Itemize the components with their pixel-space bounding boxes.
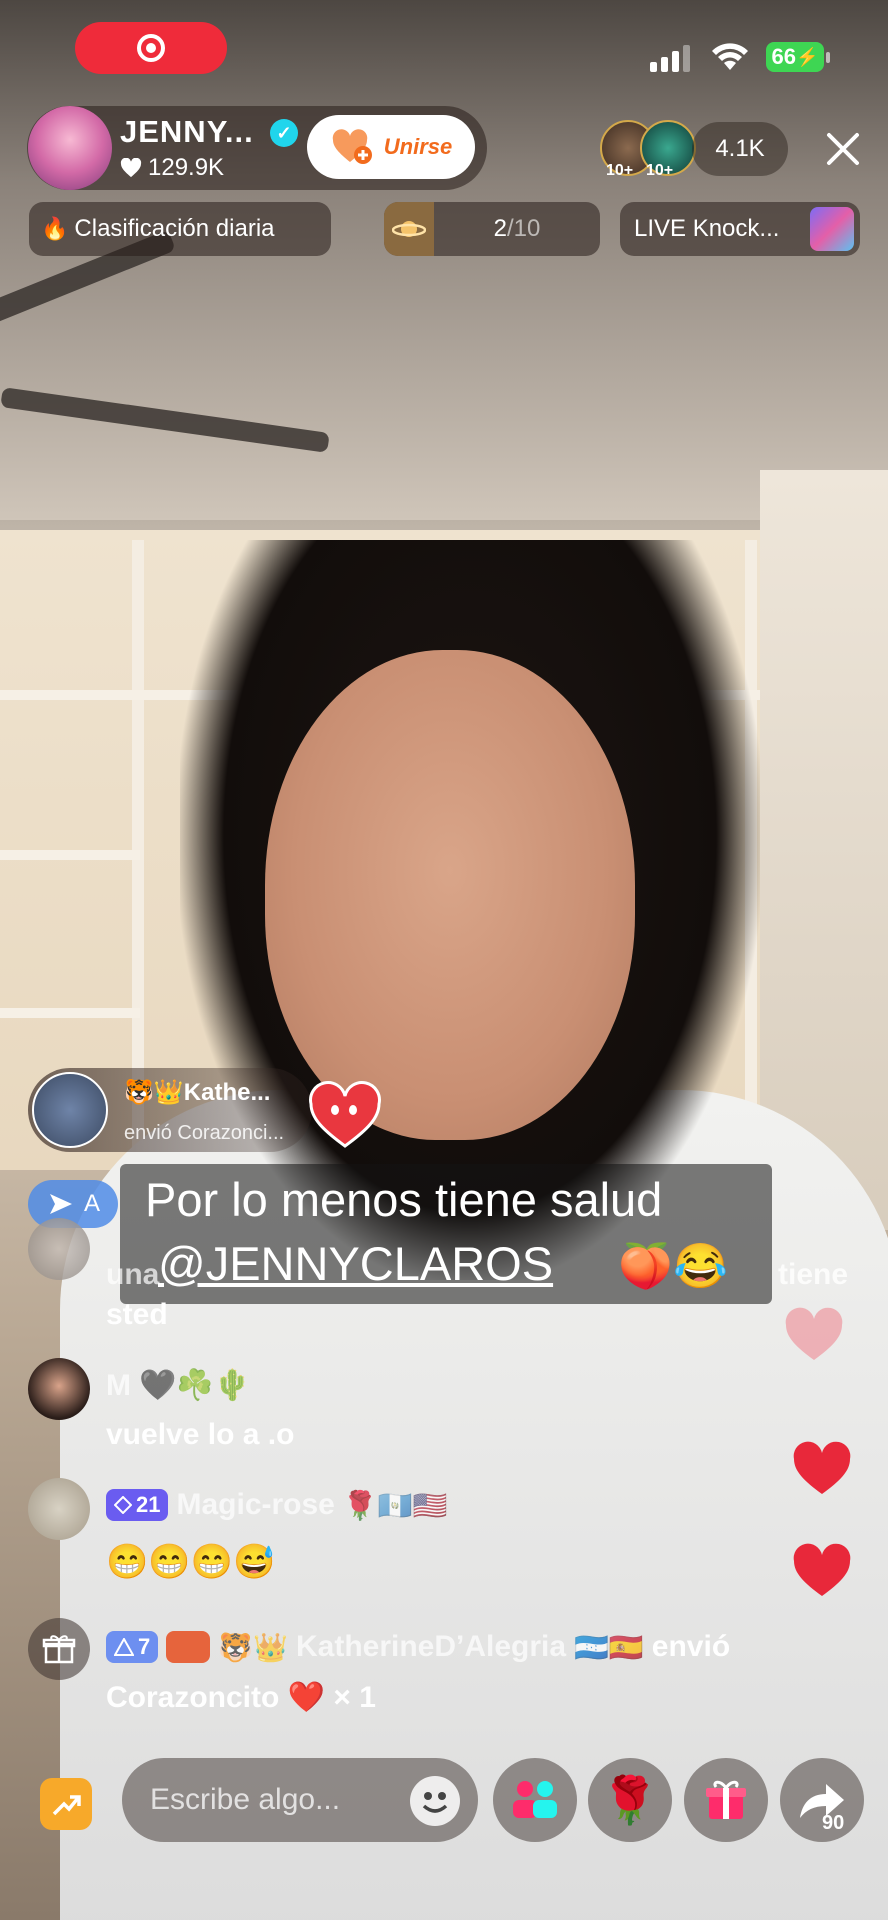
- floating-heart-icon: [793, 1543, 851, 1596]
- rose-gift-button[interactable]: 🌹: [588, 1758, 672, 1842]
- peach-emoji-icon: 🍑: [618, 1242, 673, 1291]
- gift-icon: [706, 1780, 746, 1819]
- comment-avatar[interactable]: [28, 1358, 90, 1420]
- join-label: Unirse: [383, 134, 453, 159]
- flag-icons: 🇭🇳🇪🇸: [574, 1631, 644, 1663]
- comment-text: 😁😁😁😅: [106, 1543, 276, 1581]
- viewer-count[interactable]: 4.1K: [692, 122, 788, 176]
- top-viewers[interactable]: 10+ 10+: [600, 120, 696, 179]
- daily-ranking-chip[interactable]: 🔥 Clasificación diaria: [29, 202, 331, 256]
- close-icon: [827, 133, 859, 165]
- comment-text: una: [106, 1258, 159, 1292]
- viewer-rank-badge: 10+: [606, 162, 634, 179]
- heart-gift-small-icon: ❤️: [287, 1681, 326, 1714]
- comment-text-part: tiene: [778, 1258, 849, 1291]
- share-count: 90: [822, 1812, 845, 1834]
- tiger-crown-icon: 🐯👑: [218, 1631, 288, 1663]
- fan-badge-icon: [166, 1631, 211, 1663]
- shelf: [0, 1008, 140, 1018]
- rose-icon: 🌹: [601, 1773, 659, 1826]
- rank-progress-chip[interactable]: 2/10: [384, 202, 600, 256]
- multi-guest-button[interactable]: [493, 1758, 577, 1842]
- comment-username-text: KatherineD’Alegria: [295, 1630, 567, 1663]
- floating-heart-icon: [785, 1307, 843, 1360]
- gift-multiplier: × 1: [333, 1681, 376, 1714]
- record-icon: [137, 34, 165, 62]
- streamer-face: [265, 650, 635, 1140]
- battery-level: 66: [771, 44, 797, 69]
- battery-tip: [826, 52, 830, 63]
- gift-comment-text: Corazoncito ❤️ × 1: [106, 1680, 376, 1715]
- screen-recording-indicator[interactable]: [75, 22, 227, 74]
- level-badge: 7: [106, 1631, 159, 1663]
- level-badge: 21: [106, 1489, 169, 1521]
- host-name[interactable]: JENNY...: [120, 114, 254, 150]
- viewer-rank-badge: 10+: [646, 162, 674, 179]
- planet-icon: [384, 202, 434, 256]
- comment-username-text: Magic-rose: [176, 1488, 335, 1521]
- host-avatar[interactable]: [28, 106, 112, 190]
- comment-avatar[interactable]: [28, 1218, 90, 1280]
- charging-icon: ⚡: [796, 46, 819, 67]
- live-knockout-chip[interactable]: LIVE Knock...: [620, 202, 860, 256]
- gift-name: Corazoncito: [106, 1681, 280, 1714]
- host-likes: 129.9K: [120, 154, 224, 182]
- comment-placeholder: Escribe algo...: [150, 1783, 341, 1816]
- comment-text: tiene: [778, 1258, 848, 1292]
- triangle-level-icon: [114, 1638, 134, 1656]
- level-number: 7: [138, 1634, 151, 1659]
- wifi-icon: [712, 43, 748, 70]
- rank-current: 2: [493, 215, 507, 242]
- diamond-icon: [114, 1496, 132, 1514]
- quick-share-button[interactable]: [40, 1778, 92, 1830]
- comment-avatar[interactable]: [28, 1478, 90, 1540]
- floating-heart-icon: [793, 1441, 851, 1494]
- trend-arrow-icon: [52, 1795, 81, 1816]
- daily-ranking-label: Clasificación diaria: [74, 215, 275, 242]
- send-arrow-icon: [50, 1194, 72, 1214]
- join-fan-club-button[interactable]: Unirse: [307, 115, 475, 179]
- laughing-emoji-icon: 😂: [673, 1242, 728, 1291]
- top-viewer-avatar[interactable]: 10+: [640, 120, 696, 179]
- gift-action: envió: [651, 1630, 731, 1663]
- gift-button[interactable]: [684, 1758, 768, 1842]
- comment-text-part: una: [106, 1258, 160, 1291]
- level-number: 21: [136, 1492, 161, 1517]
- heart-icon: [120, 158, 142, 178]
- gift-comment-header: 7 🐯👑 KatherineD’Alegria 🇭🇳🇪🇸 envió: [106, 1630, 730, 1664]
- rank-total: /10: [506, 215, 541, 242]
- gift-sender-username: Kathe...: [183, 1079, 271, 1106]
- verified-badge-icon: ✓: [270, 119, 298, 147]
- heart-gift-icon: [309, 1081, 381, 1148]
- comment-username: M 🖤☘️🌵: [106, 1368, 251, 1403]
- close-button[interactable]: [818, 124, 868, 174]
- emoji-picker-icon[interactable]: [410, 1776, 460, 1826]
- gift-box-icon: [28, 1618, 90, 1680]
- tiger-emoji-icon: 🐯👑: [124, 1079, 184, 1106]
- likes-count: 129.9K: [148, 154, 225, 181]
- live-knockout-label: LIVE Knock...: [634, 215, 780, 242]
- knockout-icon: [810, 207, 854, 251]
- gift-action-text: envió Corazonci...: [124, 1122, 285, 1144]
- notice-letter: A: [84, 1190, 101, 1217]
- fire-icon: 🔥: [41, 216, 69, 241]
- guests-icon: [513, 1781, 557, 1818]
- cellular-signal-icon: [650, 44, 690, 72]
- rose-flag-icons: 🌹🇬🇹🇺🇸: [342, 1489, 448, 1521]
- comment-username-text: M: [106, 1368, 131, 1402]
- caption-line-2: @JENNYCLAROS: [158, 1237, 554, 1290]
- caption-line-1: Por lo menos tiene salud: [145, 1173, 663, 1226]
- comment-username: 21 Magic-rose 🌹🇬🇹🇺🇸: [106, 1488, 447, 1522]
- comment-text-line2: sted: [106, 1298, 168, 1331]
- black-heart-icon: 🖤☘️🌵: [139, 1369, 252, 1402]
- battery-indicator: 66 ⚡: [766, 42, 824, 72]
- shelf: [0, 850, 140, 860]
- heart-plus-icon: [332, 129, 372, 164]
- gift-sender-name: 🐯👑Kathe...: [124, 1078, 270, 1107]
- comment-text: vuelve lo a .o: [106, 1418, 295, 1451]
- gift-sender-avatar[interactable]: [32, 1072, 108, 1148]
